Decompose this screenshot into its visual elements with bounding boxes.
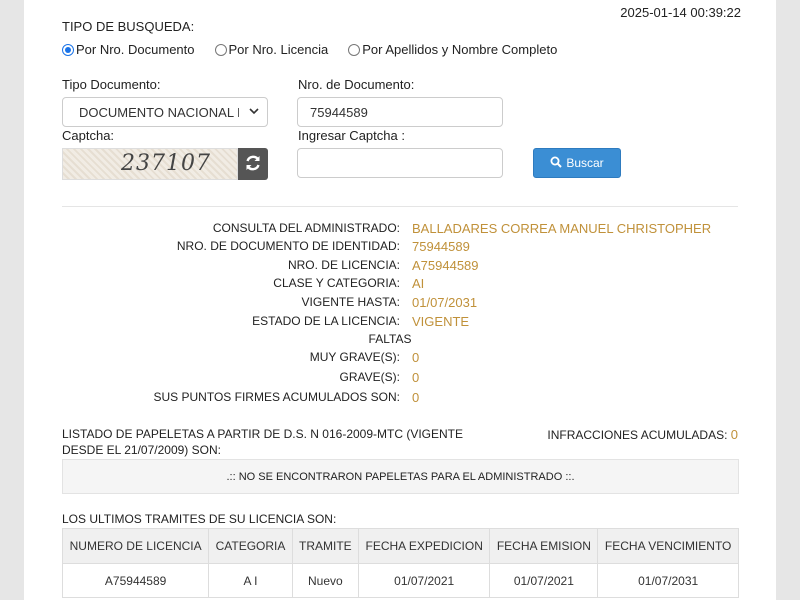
infracciones-acumuladas: INFRACCIONES ACUMULADAS: 0	[547, 427, 738, 442]
radio-circle-icon[interactable]	[62, 43, 74, 56]
faltas-heading: FALTAS	[368, 332, 412, 346]
refresh-captcha-button[interactable]	[238, 148, 268, 180]
tramites-title: LOS ULTIMOS TRAMITES DE SU LICENCIA SON:	[62, 512, 337, 526]
column-header: NUMERO DE LICENCIA	[61, 528, 210, 564]
papeletas-empty-message: .:: NO SE ENCONTRARON PAPELETAS PARA EL …	[62, 459, 739, 494]
info-row-vigente-hasta: VIGENTE HASTA: 01/07/2031	[24, 295, 776, 313]
radio-label: Por Nro. Licencia	[228, 42, 329, 57]
info-value: 0	[412, 390, 420, 405]
info-row-categoria: CLASE Y CATEGORIA: AI	[24, 276, 776, 294]
table-cell: A75944589	[61, 563, 210, 598]
table-cell: 01/07/2021	[489, 563, 599, 598]
table-cell: A I	[208, 563, 293, 598]
search-type-radio-group: Por Nro. Documento Por Nro. Licencia Por…	[62, 42, 557, 57]
info-value: AI	[412, 276, 425, 291]
radio-por-apellidos[interactable]: Por Apellidos y Nombre Completo	[348, 42, 557, 57]
divider	[62, 206, 738, 207]
info-row-administrado: CONSULTA DEL ADMINISTRADO: BALLADARES CO…	[24, 221, 776, 239]
info-key: GRAVE(S):	[339, 370, 400, 384]
column-header: CATEGORIA	[208, 528, 293, 564]
search-button-label: Buscar	[566, 156, 604, 170]
search-button[interactable]: Buscar	[533, 148, 621, 178]
info-key: CONSULTA DEL ADMINISTRADO:	[212, 221, 400, 235]
tipo-documento-value: DOCUMENTO NACIONAL DE	[79, 104, 239, 120]
info-value: A75944589	[412, 258, 479, 273]
info-value: 0	[412, 350, 420, 365]
info-row-graves: GRAVE(S): 0	[24, 370, 776, 388]
timestamp: 2025-01-14 00:39:22	[620, 5, 741, 20]
column-header: TRAMITE	[291, 528, 359, 564]
radio-circle-icon[interactable]	[348, 43, 361, 56]
info-row-licencia: NRO. DE LICENCIA: A75944589	[24, 258, 776, 276]
tipo-documento-select[interactable]: DOCUMENTO NACIONAL DE	[62, 97, 268, 127]
info-value: BALLADARES CORREA MANUEL CHRISTOPHER	[412, 221, 712, 236]
table-header-row: NUMERO DE LICENCIA CATEGORIA TRAMITE FEC…	[61, 528, 739, 564]
info-key: NRO. DE LICENCIA:	[287, 258, 400, 272]
info-row-puntos: SUS PUNTOS FIRMES ACUMULADOS SON: 0	[24, 390, 776, 408]
info-key: CLASE Y CATEGORIA:	[273, 276, 400, 290]
table-row: A75944589 A I Nuevo 01/07/2021 01/07/202…	[61, 563, 739, 598]
info-key: MUY GRAVE(S):	[309, 350, 400, 364]
info-value: 01/07/2031	[412, 295, 478, 310]
info-row-muy-graves: MUY GRAVE(S): 0	[24, 350, 776, 368]
radio-circle-icon[interactable]	[214, 43, 227, 56]
ingresar-captcha-label: Ingresar Captcha :	[298, 128, 405, 143]
page-container: 2025-01-14 00:39:22 TIPO DE BUSQUEDA: Po…	[24, 0, 776, 600]
info-row-documento: NRO. DE DOCUMENTO DE IDENTIDAD: 75944589	[24, 239, 776, 257]
table-cell: 01/07/2021	[357, 563, 491, 598]
info-row-estado: ESTADO DE LA LICENCIA: VIGENTE	[24, 314, 776, 332]
column-header: FECHA VENCIMIENTO	[597, 528, 739, 564]
captcha-label: Captcha:	[62, 128, 115, 143]
tramites-table: NUMERO DE LICENCIA CATEGORIA TRAMITE FEC…	[61, 528, 739, 598]
search-icon	[550, 156, 563, 171]
info-value: VIGENTE	[412, 314, 470, 329]
radio-por-documento[interactable]: Por Nro. Documento	[62, 42, 195, 57]
refresh-icon	[243, 153, 263, 176]
nro-documento-label: Nro. de Documento:	[298, 77, 415, 92]
info-value: 0	[412, 370, 420, 385]
table-cell: 01/07/2031	[597, 563, 739, 598]
search-type-title: TIPO DE BUSQUEDA:	[62, 19, 195, 34]
radio-label: Por Nro. Documento	[76, 42, 195, 57]
infracciones-value: 0	[730, 427, 738, 442]
info-key: NRO. DE DOCUMENTO DE IDENTIDAD:	[176, 239, 400, 253]
radio-label: Por Apellidos y Nombre Completo	[362, 42, 558, 57]
column-header: FECHA EMISION	[489, 528, 599, 564]
papeletas-title: LISTADO DE PAPELETAS A PARTIR DE D.S. N …	[62, 427, 464, 457]
info-key: SUS PUNTOS FIRMES ACUMULADOS SON:	[153, 390, 401, 404]
chevron-down-icon	[249, 106, 259, 118]
table-cell: Nuevo	[291, 563, 359, 598]
info-key: ESTADO DE LA LICENCIA:	[252, 314, 400, 328]
captcha-input[interactable]	[297, 148, 503, 178]
column-header: FECHA EXPEDICION	[357, 528, 491, 564]
nro-documento-input[interactable]: 75944589	[297, 97, 503, 127]
tipo-documento-label: Tipo Documento:	[62, 77, 161, 92]
info-key: VIGENTE HASTA:	[301, 295, 400, 309]
infracciones-label: INFRACCIONES ACUMULADAS:	[547, 428, 728, 442]
captcha-image: 237107	[62, 148, 238, 180]
radio-por-licencia[interactable]: Por Nro. Licencia	[214, 42, 329, 57]
info-value: 75944589	[412, 239, 470, 254]
